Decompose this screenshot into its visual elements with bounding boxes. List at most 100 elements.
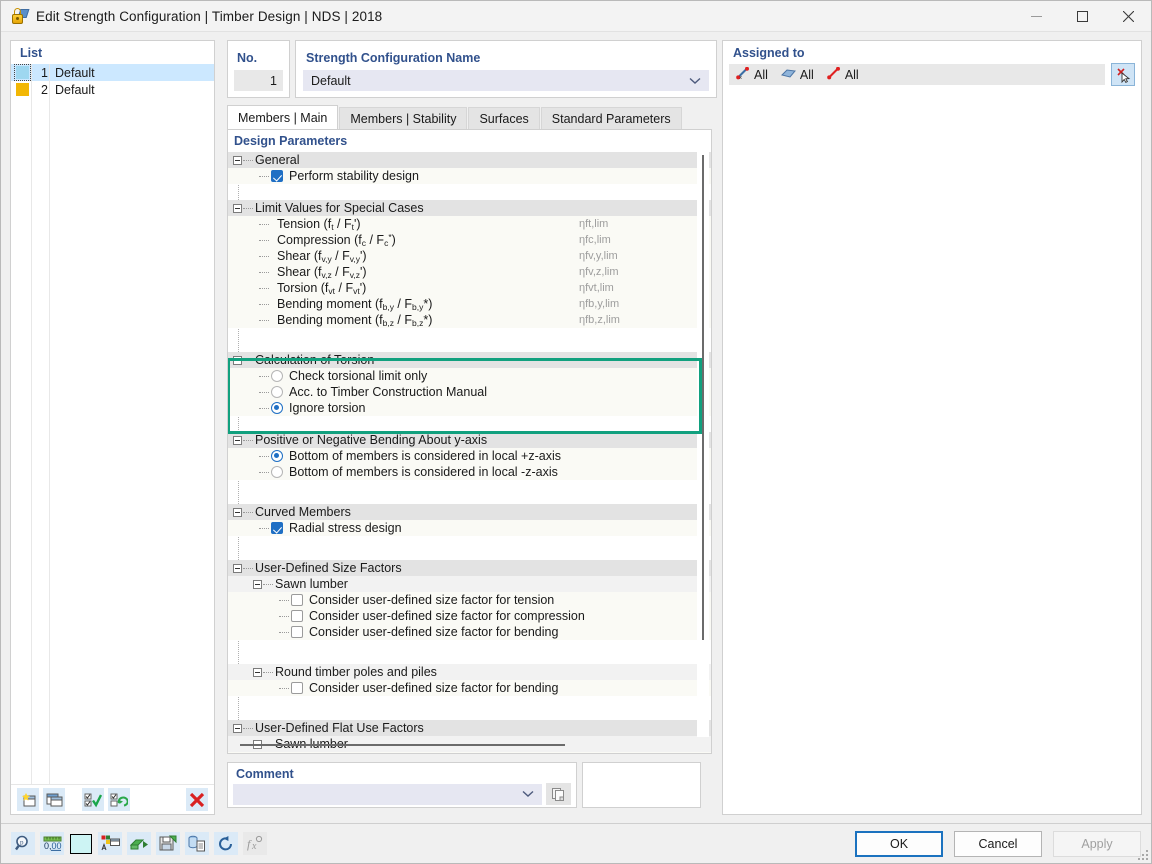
tree-vertical-scrollbar[interactable] [697, 148, 709, 737]
chevron-down-icon[interactable] [522, 787, 534, 801]
group-limit-values-for-special-cases[interactable]: Limit Values for Special Cases [228, 200, 711, 216]
row-perform-stability-design[interactable]: Perform stability design [228, 168, 711, 184]
comment-input[interactable] [233, 783, 542, 805]
row-bottom-local-minus-z[interactable]: Bottom of members is considered in local… [228, 464, 711, 480]
ruler-number-icon[interactable]: 0, 00 [40, 832, 64, 855]
row-size-factor-compression[interactable]: Consider user-defined size factor for co… [228, 608, 711, 624]
maximize-icon[interactable] [1059, 1, 1105, 32]
row-acc-to-timber-construction-manual[interactable]: Acc. to Timber Construction Manual [228, 384, 711, 400]
row-bottom-local-plus-z[interactable]: Bottom of members is considered in local… [228, 448, 711, 464]
color-swatch-icon[interactable] [69, 832, 93, 855]
delete-configuration-button[interactable] [185, 788, 208, 811]
tab-members-main[interactable]: Members | Main [227, 105, 339, 129]
group-general[interactable]: General [228, 152, 711, 168]
copy-pages-icon[interactable] [546, 783, 571, 805]
row-radial-stress-design[interactable]: Radial stress design [228, 520, 711, 536]
collapse-icon[interactable] [233, 203, 242, 213]
pick-in-graphic-icon[interactable] [1111, 63, 1135, 86]
tab-surfaces[interactable]: Surfaces [468, 107, 540, 129]
collapse-icon[interactable] [253, 579, 262, 589]
design-parameters-scroll-area[interactable]: General Perform stability design Limit V… [228, 152, 711, 753]
tab-standard-parameters[interactable]: Standard Parameters [540, 107, 682, 129]
collapse-icon[interactable] [233, 155, 242, 165]
checkbox-size-factor-tension[interactable] [291, 594, 303, 606]
name-combobox[interactable]: Default [303, 70, 709, 91]
eta-label: ηfc,lim [579, 234, 611, 246]
group-calculation-of-torsion[interactable]: Calculation of Torsion [228, 352, 711, 368]
collapse-icon[interactable] [233, 563, 242, 573]
new-configuration-button[interactable] [17, 788, 40, 811]
group-positive-or-negative-bending-about-y-axis[interactable]: Positive or Negative Bending About y-axi… [228, 432, 711, 448]
subgroup-sawn-lumber[interactable]: Sawn lumber [228, 576, 711, 592]
display-properties-icon[interactable] [98, 832, 122, 855]
window-title: Edit Strength Configuration | Timber Des… [36, 8, 383, 24]
assigned-to-field[interactable]: x All All All [729, 64, 1105, 85]
select-all-button[interactable] [82, 788, 105, 811]
close-icon[interactable] [1105, 1, 1151, 32]
undo-circle-icon[interactable] [214, 832, 238, 855]
checkbox-size-factor-bending[interactable] [291, 626, 303, 638]
ok-button[interactable]: OK [855, 830, 943, 857]
row-round-timber-size-factor-bending[interactable]: Consider user-defined size factor for be… [228, 680, 711, 696]
save-green-icon[interactable] [156, 832, 180, 855]
row-size-factor-bending[interactable]: Consider user-defined size factor for be… [228, 624, 711, 640]
row-flat-use-factor-bending[interactable]: Consider user-defined flat use factor fo… [228, 752, 711, 753]
checkbox-perform-stability-design[interactable] [271, 170, 283, 182]
row-shear-z-limit[interactable]: Shear (fv,z / Fv,z') ηfv,z,lim [228, 264, 711, 280]
fx-icon[interactable]: f x [243, 832, 267, 855]
resize-grip[interactable] [1136, 848, 1148, 860]
tab-label: Members | Main [238, 110, 328, 125]
tree-vertical-scroll-thumb[interactable] [702, 155, 704, 640]
row-tension-limit[interactable]: Tension (ft / Ft') ηft,lim [228, 216, 711, 232]
row-label: Consider user-defined size factor for te… [309, 593, 555, 607]
svg-text:x: x [251, 841, 257, 852]
invert-selection-button[interactable] [108, 788, 131, 811]
configuration-list[interactable]: 1 Default 2 Default [11, 64, 214, 784]
radio-bottom-local-plus-z[interactable] [271, 450, 283, 462]
collapse-icon[interactable] [253, 667, 262, 677]
list-item[interactable]: 2 Default [11, 81, 214, 98]
collapse-icon[interactable] [233, 723, 242, 733]
tab-members-stability[interactable]: Members | Stability [339, 107, 468, 129]
radio-ignore-torsion[interactable] [271, 402, 283, 414]
row-check-torsional-limit-only[interactable]: Check torsional limit only [228, 368, 711, 384]
group-user-defined-flat-use-factors[interactable]: User-Defined Flat Use Factors [228, 720, 711, 736]
copy-configuration-button[interactable] [43, 788, 66, 811]
row-bending-moment-y-limit[interactable]: Bending moment (fb,y / Fb,y*) ηfb,y,lim [228, 296, 711, 312]
collapse-icon[interactable] [233, 507, 242, 517]
checkbox-size-factor-compression[interactable] [291, 610, 303, 622]
row-label: Check torsional limit only [289, 369, 428, 383]
group-curved-members[interactable]: Curved Members [228, 504, 711, 520]
tree-horizontal-scrollbar[interactable] [230, 740, 695, 750]
radio-check-torsional-limit-only[interactable] [271, 370, 283, 382]
tree-horizontal-scroll-thumb[interactable] [240, 744, 565, 746]
eta-label: ηfvt,lim [579, 282, 614, 294]
row-ignore-torsion[interactable]: Ignore torsion [228, 400, 711, 416]
checkbox-radial-stress-design[interactable] [271, 522, 283, 534]
assigned-entry-members[interactable]: x All [736, 66, 768, 83]
checkbox-round-timber-size-factor-bending[interactable] [291, 682, 303, 694]
minimize-icon[interactable] [1013, 1, 1059, 32]
tab-label: Standard Parameters [551, 111, 671, 126]
row-bending-moment-z-limit[interactable]: Bending moment (fb,z / Fb,z*) ηfb,z,lim [228, 312, 711, 328]
assigned-entry-surfaces[interactable]: All [780, 67, 814, 83]
radio-acc-to-timber-construction-manual[interactable] [271, 386, 283, 398]
list-item[interactable]: 1 Default [11, 64, 214, 81]
collapse-icon[interactable] [233, 355, 242, 365]
row-shear-y-limit[interactable]: Shear (fv,y / Fv,y') ηfv,y,lim [228, 248, 711, 264]
radio-bottom-local-minus-z[interactable] [271, 466, 283, 478]
chevron-down-icon[interactable] [689, 74, 701, 88]
subgroup-round-timber-poles-and-piles[interactable]: Round timber poles and piles [228, 664, 711, 680]
row-size-factor-tension[interactable]: Consider user-defined size factor for te… [228, 592, 711, 608]
magnifier-icon[interactable]: p [11, 832, 35, 855]
collapse-icon[interactable] [233, 435, 242, 445]
color-swatch[interactable] [14, 64, 31, 81]
cancel-button[interactable]: Cancel [954, 830, 1042, 857]
export-arrow-icon[interactable] [127, 832, 151, 855]
color-swatch[interactable] [16, 83, 29, 96]
row-torsion-limit[interactable]: Torsion (fvt / Fvt') ηfvt,lim [228, 280, 711, 296]
assigned-entry-member-sets[interactable]: All [827, 66, 859, 83]
library-document-icon[interactable] [185, 832, 209, 855]
row-compression-limit[interactable]: Compression (fc / Fc*) ηfc,lim [228, 232, 711, 248]
group-user-defined-size-factors[interactable]: User-Defined Size Factors [228, 560, 711, 576]
